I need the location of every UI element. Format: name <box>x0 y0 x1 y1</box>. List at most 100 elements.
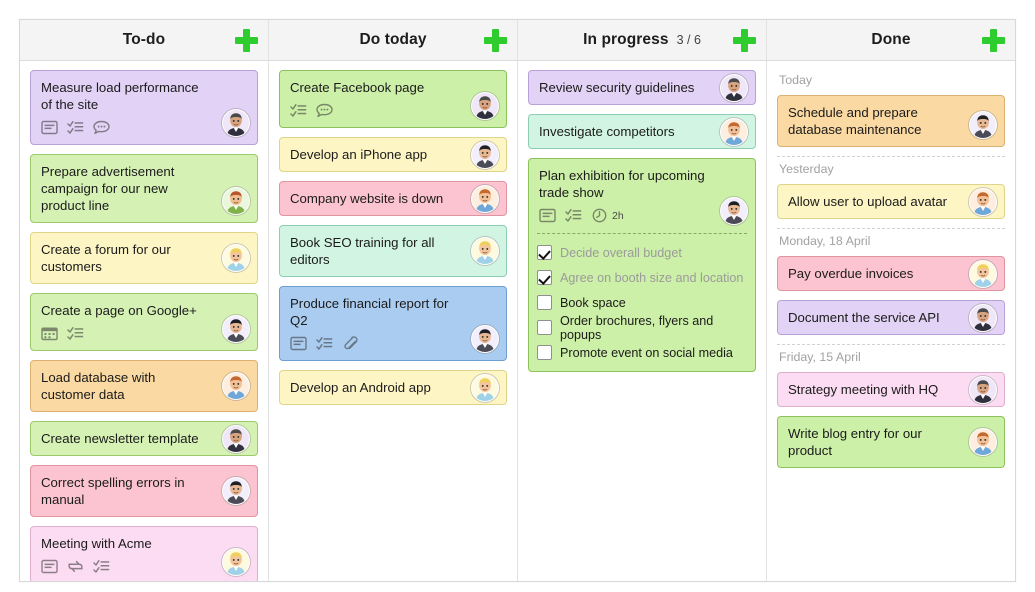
card[interactable]: Create newsletter template <box>30 421 258 456</box>
add-card-plus-icon[interactable] <box>981 28 1005 52</box>
card-title: Write blog entry for our product <box>788 426 922 458</box>
checklist-item[interactable]: Agree on booth size and location <box>537 268 747 287</box>
card-title: Prepare advertisement campaign for our n… <box>41 164 175 213</box>
attachment-icon <box>342 336 359 351</box>
avatar[interactable] <box>969 375 997 404</box>
checkbox-empty-icon[interactable] <box>537 345 552 360</box>
add-card-plus-icon[interactable] <box>732 28 756 52</box>
card[interactable]: Write blog entry for our product <box>777 416 1005 468</box>
column-body: Create Facebook page Develop an iPhone ap… <box>269 61 517 581</box>
add-card-plus-icon[interactable] <box>234 28 258 52</box>
checklist-item[interactable]: Book space <box>537 293 747 312</box>
checklist-item[interactable]: Promote event on social media <box>537 343 747 362</box>
card[interactable]: Schedule and prepare database maintenanc… <box>777 95 1005 147</box>
card-title: Allow user to upload avatar <box>788 194 948 209</box>
card[interactable]: Create Facebook page <box>279 70 507 128</box>
card[interactable]: Develop an iPhone app <box>279 137 507 172</box>
card[interactable]: Develop an Android app <box>279 370 507 405</box>
avatar[interactable] <box>222 109 250 137</box>
card[interactable]: Measure load performance of the site <box>30 70 258 145</box>
checkbox-empty-icon[interactable] <box>537 320 552 335</box>
card-meta <box>41 325 213 342</box>
group-separator <box>777 228 1005 229</box>
avatar[interactable] <box>969 259 997 288</box>
card[interactable]: Allow user to upload avatar <box>777 184 1005 219</box>
card-title: Produce financial report for Q2 <box>290 296 449 328</box>
card[interactable]: Load database with customer data <box>30 360 258 412</box>
card-title: Develop an iPhone app <box>290 147 428 162</box>
card-time-estimate: 2h <box>612 209 624 222</box>
avatar[interactable] <box>471 237 499 265</box>
card-title: Schedule and prepare database maintenanc… <box>788 105 922 137</box>
avatar[interactable] <box>471 184 499 213</box>
avatar[interactable] <box>720 197 748 225</box>
card-title: Create Facebook page <box>290 80 425 95</box>
description-icon <box>41 120 58 135</box>
description-icon <box>290 336 307 351</box>
checklist-icon <box>290 103 307 118</box>
avatar[interactable] <box>222 187 250 215</box>
avatar[interactable] <box>222 315 250 343</box>
checklist-icon <box>565 208 582 223</box>
avatar[interactable] <box>222 244 250 272</box>
card[interactable]: Pay overdue invoices <box>777 256 1005 291</box>
card-title: Load database with customer data <box>41 370 156 402</box>
checkbox-empty-icon[interactable] <box>537 295 552 310</box>
card[interactable]: Meeting with Acme <box>30 526 258 581</box>
add-card-plus-icon[interactable] <box>483 28 507 52</box>
checklist-item[interactable]: Order brochures, flyers and popups <box>537 314 747 342</box>
avatar[interactable] <box>471 373 499 402</box>
avatar[interactable] <box>969 303 997 332</box>
clock-icon <box>591 208 608 223</box>
card[interactable]: Plan exhibition for upcoming trade show 2… <box>528 158 756 372</box>
avatar[interactable] <box>222 372 250 400</box>
avatar[interactable] <box>720 73 748 102</box>
checklist-item-label: Book space <box>560 295 626 310</box>
card[interactable]: Correct spelling errors in manual <box>30 465 258 517</box>
card[interactable]: Document the service API <box>777 300 1005 335</box>
card-meta <box>41 558 213 575</box>
card-checklist: Decide overall budget Agree on booth size… <box>537 233 747 362</box>
card[interactable]: Create a forum for our customers <box>30 232 258 284</box>
group-separator <box>777 344 1005 345</box>
avatar[interactable] <box>471 325 499 353</box>
avatar[interactable] <box>222 548 250 576</box>
kanban-board: To-do Measure load performance of the sit… <box>19 19 1016 582</box>
avatar[interactable] <box>969 187 997 216</box>
avatar[interactable] <box>720 117 748 146</box>
comment-icon <box>316 103 333 118</box>
column-do-today: Do today Create Facebook page Develop an i… <box>269 20 518 581</box>
checklist-icon <box>67 120 84 135</box>
checklist-item-label: Agree on booth size and location <box>560 270 744 285</box>
card-title: Develop an Android app <box>290 380 431 395</box>
checklist-item[interactable]: Decide overall budget <box>537 243 747 262</box>
card-title: Create a forum for our customers <box>41 242 171 274</box>
card[interactable]: Company website is down <box>279 181 507 216</box>
column-title: In progress <box>583 31 669 48</box>
card[interactable]: Investigate competitors <box>528 114 756 149</box>
card[interactable]: Create a page on Google+ <box>30 293 258 351</box>
avatar[interactable] <box>222 424 250 453</box>
avatar[interactable] <box>969 428 997 456</box>
card-meta: 2h <box>539 207 711 224</box>
card-title: Meeting with Acme <box>41 536 152 551</box>
avatar[interactable] <box>471 92 499 120</box>
card[interactable]: Strategy meeting with HQ <box>777 372 1005 407</box>
checkbox-checked-icon[interactable] <box>537 270 552 285</box>
card-title: Investigate competitors <box>539 124 675 139</box>
card[interactable]: Book SEO training for all editors <box>279 225 507 277</box>
checkbox-checked-icon[interactable] <box>537 245 552 260</box>
checklist-item-label: Order brochures, flyers and popups <box>560 313 714 342</box>
card[interactable]: Prepare advertisement campaign for our n… <box>30 154 258 223</box>
card-title: Review security guidelines <box>539 80 695 95</box>
card-meta <box>290 102 462 119</box>
avatar[interactable] <box>222 477 250 505</box>
card[interactable]: Review security guidelines <box>528 70 756 105</box>
card-meta <box>290 335 462 352</box>
description-icon <box>41 559 58 574</box>
card[interactable]: Produce financial report for Q2 <box>279 286 507 361</box>
column-header: Done <box>767 20 1015 61</box>
avatar[interactable] <box>969 111 997 139</box>
avatar[interactable] <box>471 140 499 169</box>
card-title: Create newsletter template <box>41 431 199 446</box>
